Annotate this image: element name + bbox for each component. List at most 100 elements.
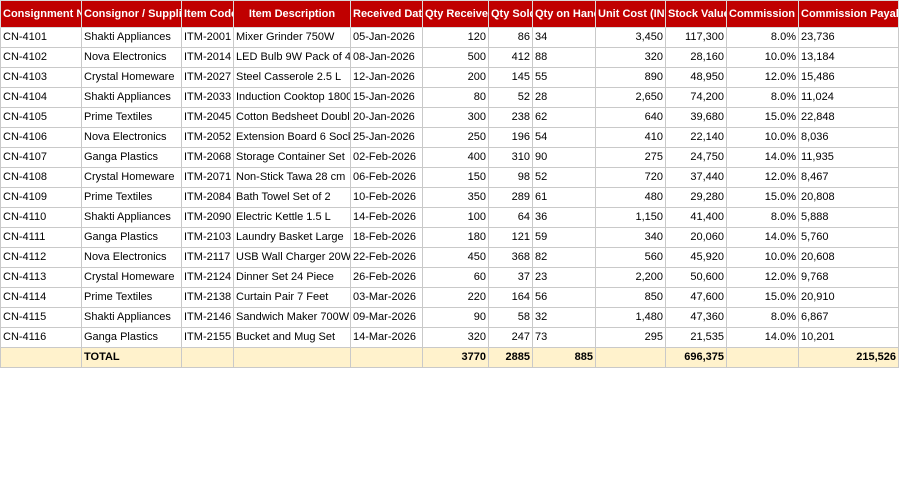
header-cell[interactable]: Item Code <box>181 0 234 28</box>
table-cell[interactable]: 37 <box>488 267 533 288</box>
table-cell[interactable]: ITM-2001 <box>181 27 234 48</box>
table-cell[interactable]: 02-Feb-2026 <box>350 147 423 168</box>
table-cell[interactable]: 8.0% <box>726 307 799 328</box>
header-cell[interactable]: Item Description <box>233 0 351 28</box>
table-cell[interactable]: CN-4102 <box>0 47 82 68</box>
table-cell[interactable]: 64 <box>488 207 533 228</box>
table-cell[interactable]: 2,200 <box>595 267 666 288</box>
table-cell[interactable]: 52 <box>532 167 596 188</box>
table-cell[interactable]: Bucket and Mug Set <box>233 327 351 348</box>
table-cell[interactable]: 08-Jan-2026 <box>350 47 423 68</box>
table-cell[interactable]: 500 <box>422 47 489 68</box>
table-cell[interactable]: 48,950 <box>665 67 727 88</box>
table-cell[interactable]: Prime Textiles <box>81 107 182 128</box>
table-cell[interactable]: ITM-2071 <box>181 167 234 188</box>
table-cell[interactable]: 22,848 <box>798 107 899 128</box>
table-cell[interactable]: ITM-2138 <box>181 287 234 308</box>
table-cell[interactable]: Crystal Homeware <box>81 67 182 88</box>
table-cell[interactable]: 88 <box>532 47 596 68</box>
table-cell[interactable]: 275 <box>595 147 666 168</box>
table-cell[interactable]: 20,808 <box>798 187 899 208</box>
table-cell[interactable]: ITM-2124 <box>181 267 234 288</box>
table-cell[interactable]: CN-4110 <box>0 207 82 228</box>
header-cell[interactable]: Stock Value <box>665 0 727 28</box>
table-cell[interactable]: 26-Feb-2026 <box>350 267 423 288</box>
total-cell[interactable]: 885 <box>532 347 596 368</box>
table-cell[interactable]: 1,480 <box>595 307 666 328</box>
table-cell[interactable]: 28,160 <box>665 47 727 68</box>
table-cell[interactable]: 560 <box>595 247 666 268</box>
table-cell[interactable]: 62 <box>532 107 596 128</box>
total-cell[interactable] <box>233 347 351 368</box>
table-cell[interactable]: 10,201 <box>798 327 899 348</box>
table-cell[interactable]: Prime Textiles <box>81 187 182 208</box>
table-cell[interactable]: 15.0% <box>726 187 799 208</box>
table-cell[interactable]: 220 <box>422 287 489 308</box>
table-cell[interactable]: Prime Textiles <box>81 287 182 308</box>
table-cell[interactable]: 58 <box>488 307 533 328</box>
total-cell[interactable] <box>0 347 82 368</box>
table-cell[interactable]: 12.0% <box>726 67 799 88</box>
table-cell[interactable]: ITM-2090 <box>181 207 234 228</box>
header-cell[interactable]: Commission % <box>726 0 799 28</box>
table-cell[interactable]: 59 <box>532 227 596 248</box>
table-cell[interactable]: 9,768 <box>798 267 899 288</box>
table-cell[interactable]: 14.0% <box>726 327 799 348</box>
table-cell[interactable]: 24,750 <box>665 147 727 168</box>
table-cell[interactable]: 145 <box>488 67 533 88</box>
table-cell[interactable]: CN-4115 <box>0 307 82 328</box>
table-cell[interactable]: 720 <box>595 167 666 188</box>
table-cell[interactable]: 09-Mar-2026 <box>350 307 423 328</box>
table-cell[interactable]: ITM-2033 <box>181 87 234 108</box>
table-cell[interactable]: 2,650 <box>595 87 666 108</box>
table-cell[interactable]: 28 <box>532 87 596 108</box>
table-cell[interactable]: 5,760 <box>798 227 899 248</box>
table-cell[interactable]: 61 <box>532 187 596 208</box>
table-cell[interactable]: Nova Electronics <box>81 127 182 148</box>
table-cell[interactable]: 39,680 <box>665 107 727 128</box>
table-cell[interactable]: 25-Jan-2026 <box>350 127 423 148</box>
table-cell[interactable]: Sandwich Maker 700W <box>233 307 351 328</box>
table-cell[interactable]: 23 <box>532 267 596 288</box>
table-cell[interactable]: 250 <box>422 127 489 148</box>
total-cell[interactable]: 215,526 <box>798 347 899 368</box>
table-cell[interactable]: ITM-2103 <box>181 227 234 248</box>
table-cell[interactable]: Extension Board 6 Socket <box>233 127 351 148</box>
table-cell[interactable]: 50,600 <box>665 267 727 288</box>
table-cell[interactable]: 450 <box>422 247 489 268</box>
table-cell[interactable]: 100 <box>422 207 489 228</box>
table-cell[interactable]: CN-4112 <box>0 247 82 268</box>
table-cell[interactable]: 20-Jan-2026 <box>350 107 423 128</box>
total-cell[interactable]: 2885 <box>488 347 533 368</box>
table-cell[interactable]: Nova Electronics <box>81 47 182 68</box>
table-cell[interactable]: 289 <box>488 187 533 208</box>
table-cell[interactable]: 480 <box>595 187 666 208</box>
header-cell[interactable]: Consignor / Supplier <box>81 0 182 28</box>
table-cell[interactable]: 15.0% <box>726 287 799 308</box>
header-cell[interactable]: Unit Cost (INR) <box>595 0 666 28</box>
table-cell[interactable]: 15,486 <box>798 67 899 88</box>
table-cell[interactable]: 90 <box>532 147 596 168</box>
table-cell[interactable]: ITM-2045 <box>181 107 234 128</box>
total-cell[interactable]: TOTAL <box>81 347 182 368</box>
table-cell[interactable]: 117,300 <box>665 27 727 48</box>
table-cell[interactable]: 320 <box>595 47 666 68</box>
table-cell[interactable]: 410 <box>595 127 666 148</box>
table-cell[interactable]: Bath Towel Set of 2 <box>233 187 351 208</box>
table-cell[interactable]: 54 <box>532 127 596 148</box>
table-cell[interactable]: 98 <box>488 167 533 188</box>
table-cell[interactable]: 13,184 <box>798 47 899 68</box>
table-cell[interactable]: Shakti Appliances <box>81 27 182 48</box>
table-cell[interactable]: 34 <box>532 27 596 48</box>
table-cell[interactable]: Crystal Homeware <box>81 167 182 188</box>
total-cell[interactable]: 3770 <box>422 347 489 368</box>
table-cell[interactable]: ITM-2084 <box>181 187 234 208</box>
table-cell[interactable]: 340 <box>595 227 666 248</box>
table-cell[interactable]: 20,910 <box>798 287 899 308</box>
table-cell[interactable]: 120 <box>422 27 489 48</box>
table-cell[interactable]: 3,450 <box>595 27 666 48</box>
table-cell[interactable]: 45,920 <box>665 247 727 268</box>
table-cell[interactable]: 73 <box>532 327 596 348</box>
table-cell[interactable]: 320 <box>422 327 489 348</box>
table-cell[interactable]: CN-4116 <box>0 327 82 348</box>
